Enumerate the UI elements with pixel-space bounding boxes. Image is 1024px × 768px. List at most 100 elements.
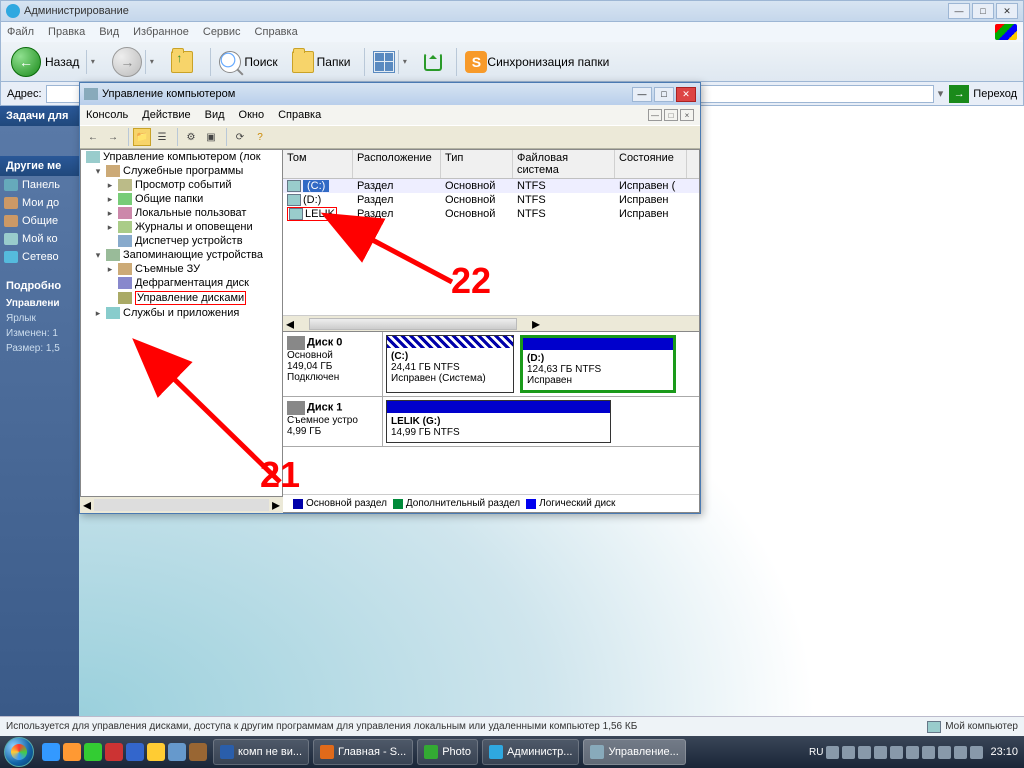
tree-defrag[interactable]: Дефрагментация диск: [81, 276, 282, 290]
mmc-title-bar[interactable]: Управление компьютером — □ ✕: [80, 83, 700, 105]
ql-icon[interactable]: [63, 743, 81, 761]
tree-pane[interactable]: Управление компьютером (лок ▾Служебные п…: [80, 149, 283, 497]
tree-devmgr[interactable]: Диспетчер устройств: [81, 234, 282, 248]
sync-button[interactable]: SСинхронизация папки: [461, 47, 613, 77]
mmc-m-action[interactable]: Действие: [142, 109, 190, 121]
vol-row-lelik[interactable]: LELIK РазделОсновнойNTFSИсправен: [283, 207, 699, 221]
tree-users[interactable]: ▸Локальные пользоват: [81, 206, 282, 220]
vol-hscroll[interactable]: ◂▸: [283, 315, 699, 331]
minimize-button[interactable]: —: [948, 3, 970, 19]
tree-shared[interactable]: ▸Общие папки: [81, 192, 282, 206]
taskbar-btn[interactable]: комп не ви...: [213, 739, 309, 765]
ql-icon[interactable]: [168, 743, 186, 761]
mmc-m-view[interactable]: Вид: [205, 109, 225, 121]
tray-icon[interactable]: [922, 746, 935, 759]
tree-logs[interactable]: ▸Журналы и оповещени: [81, 220, 282, 234]
part-g[interactable]: LELIK (G:)14,99 ГБ NTFS: [386, 400, 611, 443]
col-ras[interactable]: Расположение: [353, 150, 441, 178]
mmc-min[interactable]: —: [632, 87, 652, 102]
lp-item[interactable]: Мой ко: [0, 230, 79, 248]
ql-icon[interactable]: [105, 743, 123, 761]
tree-root[interactable]: Управление компьютером (лок: [81, 150, 282, 164]
tray-icon[interactable]: [890, 746, 903, 759]
go-button[interactable]: →: [949, 85, 969, 103]
taskbar-btn[interactable]: Photo: [417, 739, 478, 765]
lp-item[interactable]: Общие: [0, 212, 79, 230]
go-label[interactable]: Переход: [973, 88, 1017, 100]
tb-x-icon[interactable]: ⚙: [182, 128, 200, 146]
close-button[interactable]: ✕: [996, 3, 1018, 19]
taskbar-btn[interactable]: Главная - S...: [313, 739, 413, 765]
tray-icon[interactable]: [858, 746, 871, 759]
tree-sys[interactable]: ▾Служебные программы: [81, 164, 282, 178]
ql-icon[interactable]: [147, 743, 165, 761]
up-button[interactable]: ↑: [167, 47, 200, 77]
menu-edit[interactable]: Правка: [48, 26, 85, 38]
folders-button[interactable]: Папки: [288, 47, 355, 77]
mdi-close[interactable]: ×: [680, 109, 694, 121]
start-button[interactable]: [0, 736, 38, 768]
menu-fav[interactable]: Избранное: [133, 26, 189, 38]
refresh-button[interactable]: [420, 47, 446, 77]
ql-icon[interactable]: [126, 743, 144, 761]
ql-icon[interactable]: [84, 743, 102, 761]
search-button[interactable]: Поиск: [215, 47, 281, 77]
vol-row-d[interactable]: (D:) РазделОсновнойNTFSИсправен: [283, 193, 699, 207]
tb-fwd-icon[interactable]: →: [104, 128, 122, 146]
disk1-head[interactable]: Диск 1 Съемное устро4,99 ГБ: [283, 397, 383, 446]
menu-file[interactable]: Файл: [7, 26, 34, 38]
col-sos[interactable]: Состояние: [615, 150, 687, 178]
tree-hscroll[interactable]: ◂▸: [80, 497, 283, 513]
tb-up-icon[interactable]: 📁: [133, 128, 151, 146]
part-d[interactable]: (D:)124,63 ГБ NTFSИсправен: [520, 335, 676, 393]
tb-back-icon[interactable]: ←: [84, 128, 102, 146]
menu-help[interactable]: Справка: [255, 26, 298, 38]
tb-y-icon[interactable]: ▣: [202, 128, 220, 146]
tray-icon[interactable]: [970, 746, 983, 759]
views-button[interactable]: ▾: [369, 47, 414, 77]
back-button[interactable]: ←Назад▾: [7, 47, 102, 77]
clock[interactable]: 23:10: [990, 746, 1018, 758]
mmc-m-help[interactable]: Справка: [278, 109, 321, 121]
tb-ref-icon[interactable]: ⟳: [231, 128, 249, 146]
col-tip[interactable]: Тип: [441, 150, 513, 178]
vol-row-c[interactable]: (C:) РазделОсновнойNTFSИсправен (: [283, 179, 699, 193]
mmc-m-console[interactable]: Консоль: [86, 109, 128, 121]
lp-item[interactable]: Панель: [0, 176, 79, 194]
tray-icon[interactable]: [842, 746, 855, 759]
disk0-head[interactable]: Диск 0 Основной149,04 ГБПодключен: [283, 332, 383, 396]
col-fs[interactable]: Файловая система: [513, 150, 615, 178]
tray-icon[interactable]: [954, 746, 967, 759]
part-c[interactable]: (C:)24,41 ГБ NTFSИсправен (Система): [386, 335, 514, 393]
tree-diskmgmt[interactable]: Управление дисками: [81, 290, 282, 306]
col-tom[interactable]: Том: [283, 150, 353, 178]
mmc-menu: Консоль Действие Вид Окно Справка —□×: [80, 105, 700, 125]
mmc-m-window[interactable]: Окно: [239, 109, 265, 121]
mdi-min[interactable]: —: [648, 109, 662, 121]
menu-view[interactable]: Вид: [99, 26, 119, 38]
menu-tools[interactable]: Сервис: [203, 26, 241, 38]
ql-icon[interactable]: [42, 743, 60, 761]
tray-icon[interactable]: [938, 746, 951, 759]
lp-item[interactable]: Сетево: [0, 248, 79, 266]
lang-indicator[interactable]: RU: [809, 747, 823, 758]
tb-prop-icon[interactable]: ☰: [153, 128, 171, 146]
tree-storage[interactable]: ▾Запоминающие устройства: [81, 248, 282, 262]
tray-icon[interactable]: [874, 746, 887, 759]
tree-events[interactable]: ▸Просмотр событий: [81, 178, 282, 192]
tree-removable[interactable]: ▸Съемные ЗУ: [81, 262, 282, 276]
ql-icon[interactable]: [189, 743, 207, 761]
maximize-button[interactable]: □: [972, 3, 994, 19]
mdi-max[interactable]: □: [664, 109, 678, 121]
mmc-close[interactable]: ✕: [676, 87, 696, 102]
tree-services[interactable]: ▸Службы и приложения: [81, 306, 282, 320]
tb-help-icon[interactable]: ?: [251, 128, 269, 146]
mmc-max[interactable]: □: [654, 87, 674, 102]
taskbar-btn-active[interactable]: Управление...: [583, 739, 685, 765]
taskbar-btn[interactable]: Администр...: [482, 739, 580, 765]
disk-graphical[interactable]: Диск 0 Основной149,04 ГБПодключен (C:)24…: [283, 331, 699, 494]
tray-icon[interactable]: [906, 746, 919, 759]
lp-item[interactable]: Мои до: [0, 194, 79, 212]
forward-button[interactable]: →▾: [108, 47, 161, 77]
tray-icon[interactable]: [826, 746, 839, 759]
